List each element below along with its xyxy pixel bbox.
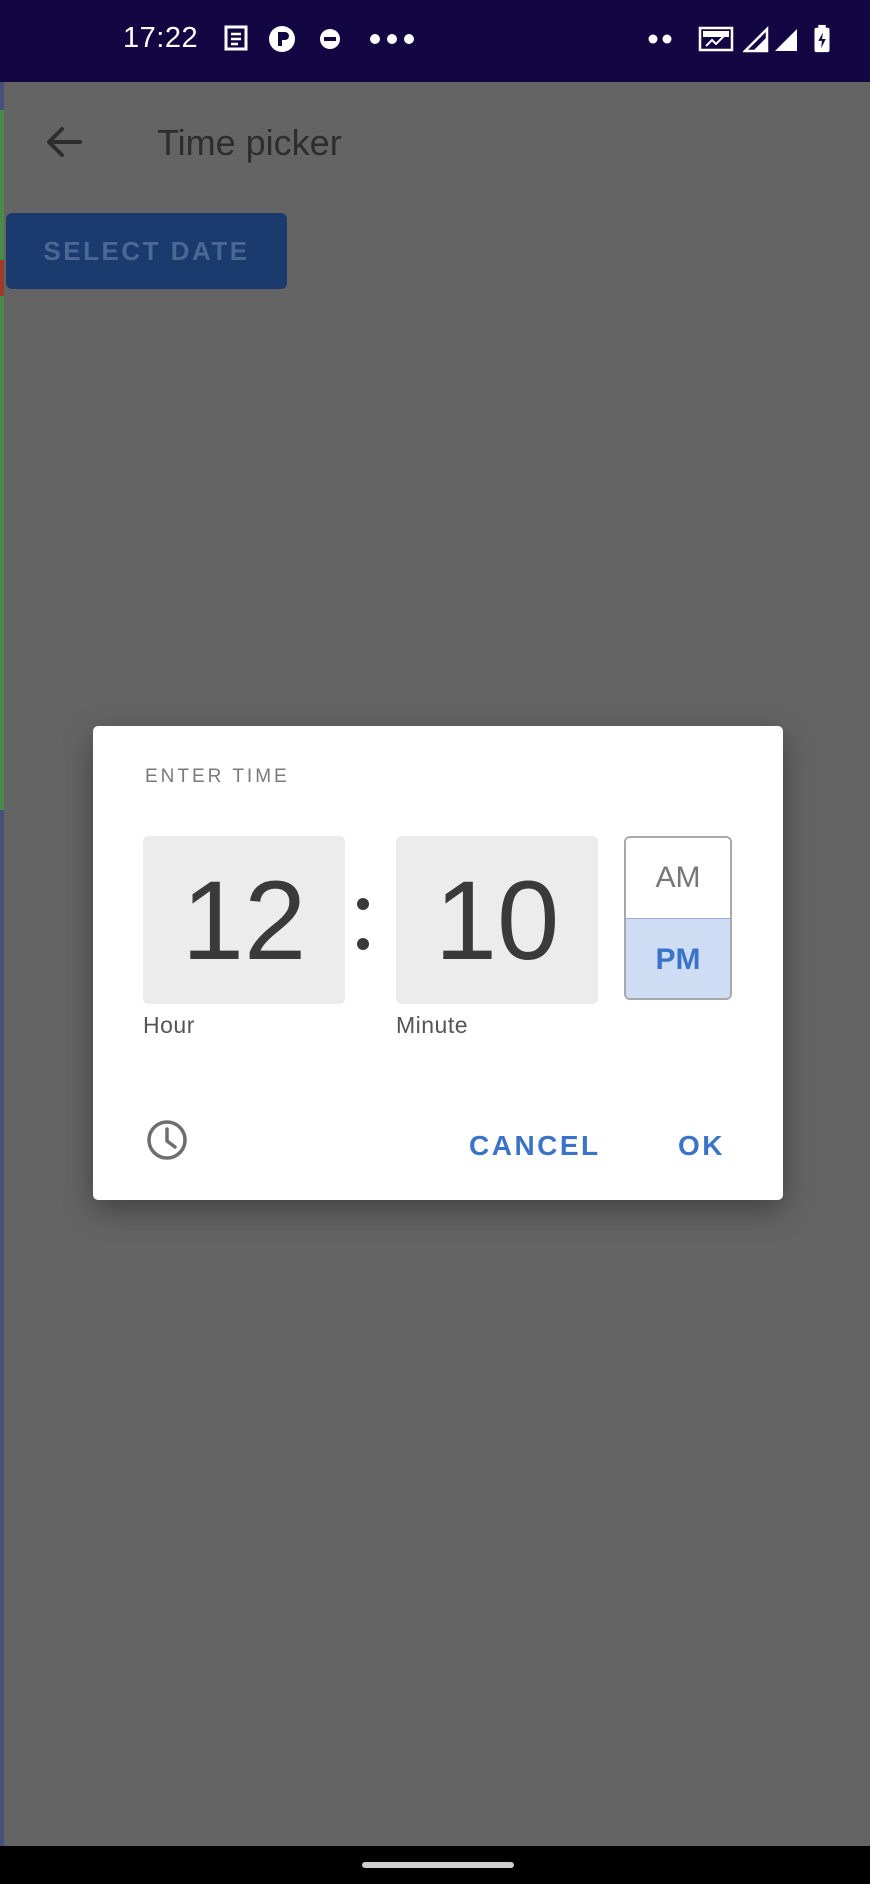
signal-icon [775,29,797,51]
more-dots-icon [370,34,414,44]
cancel-button[interactable]: CANCEL [469,1130,601,1162]
status-time: 17:22 [123,22,199,54]
minus-circle-icon [320,29,340,49]
signal-icon [743,25,769,53]
app-bar: Time picker [0,82,870,202]
arrow-back-icon[interactable] [36,114,92,170]
page-title: Time picker [157,122,342,163]
hour-input[interactable]: 12 [143,836,345,1004]
am-option[interactable]: AM [626,838,730,919]
two-dots-icon [648,34,672,44]
home-gesture-handle[interactable] [362,1862,514,1868]
status-bar: 17:22 [0,0,870,82]
minute-caption: Minute [396,1012,469,1038]
volte-icon [698,26,734,52]
p-app-icon [269,26,295,52]
notes-icon [224,25,248,51]
left-edge-strip [0,80,4,1870]
select-date-button[interactable]: SELECT DATE [6,213,287,289]
clock-icon[interactable] [145,1118,189,1162]
hour-caption: Hour [143,1012,195,1038]
minute-input[interactable]: 10 [396,836,598,1004]
ok-button[interactable]: OK [678,1130,725,1162]
edge-strip-green [0,110,4,810]
am-pm-toggle: AM PM [624,836,732,1000]
time-separator [355,874,371,974]
time-picker-dialog: ENTER TIME 12 10 Hour Minute AM PM CANCE… [93,726,783,1200]
navigation-bar [0,1846,870,1884]
dialog-label: ENTER TIME [145,766,290,787]
battery-icon [814,24,830,53]
edge-strip-red [0,260,4,296]
pm-option[interactable]: PM [626,919,730,998]
